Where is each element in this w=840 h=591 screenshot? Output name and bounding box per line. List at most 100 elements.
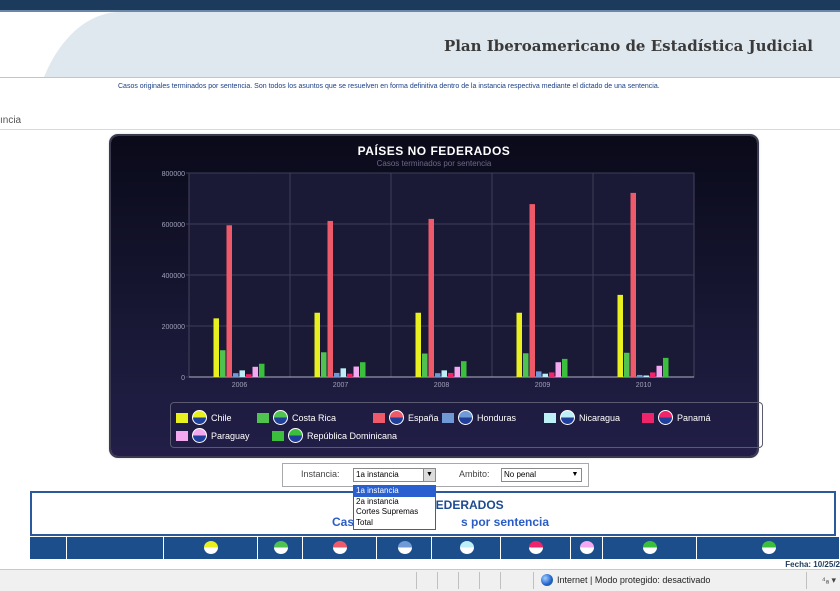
table-header-cell[interactable] (697, 537, 840, 559)
instancia-option[interactable]: 2a instancia (354, 497, 435, 508)
legend-swatch (176, 430, 188, 441)
zoom-control[interactable]: ⁴ₐ ▾ (822, 575, 836, 586)
legend-swatch (272, 430, 284, 441)
instancia-option[interactable]: Cortes Supremas (354, 507, 435, 518)
chart-bar (415, 312, 421, 377)
chart-bar (347, 373, 353, 377)
chart-bar (529, 204, 535, 377)
instancia-label: Instancia: (301, 469, 340, 479)
browser-status-bar: Internet | Modo protegido: desactivado ⁴… (0, 569, 840, 591)
chart-bar (327, 220, 333, 377)
chart-panel: 0 200000 400000 600000 800000 2006 2007 2008 200… (111, 136, 763, 456)
legend-label: España (408, 412, 439, 423)
flag-icon (643, 541, 657, 554)
chart-bar (523, 353, 529, 377)
instancia-option[interactable]: Total (354, 518, 435, 529)
chart-bar (246, 374, 252, 377)
status-separator (416, 572, 417, 589)
page-description: Casos originales terminados por sentenci… (118, 83, 660, 90)
legend-label: República Dominicana (307, 430, 398, 441)
chart-bar (435, 373, 441, 377)
table-header-cell[interactable] (67, 537, 164, 559)
legend-label: Nicaragua (579, 412, 621, 423)
chart-bar (239, 370, 245, 377)
legend-swatch (642, 412, 654, 423)
chart-bar (562, 358, 568, 377)
flag-icon (273, 541, 288, 554)
chart-bar (252, 366, 258, 377)
flag-icon (658, 410, 673, 425)
table-header-cell[interactable] (377, 537, 432, 559)
chart-subtitle: Casos terminados por sentencia (376, 159, 492, 168)
table-header-cell[interactable] (432, 537, 501, 559)
chart-bar (656, 365, 662, 377)
table-header-cell[interactable] (571, 537, 603, 559)
table-header-cell[interactable] (303, 537, 377, 559)
chart-bar (321, 352, 327, 377)
table-header-cell[interactable] (164, 537, 258, 559)
flag-icon (204, 541, 218, 554)
y-tick-label: 200000 (162, 324, 185, 331)
legend-item: Nicaragua (544, 410, 620, 425)
chart-bar (226, 225, 232, 377)
flag-icon (333, 541, 347, 554)
chart-legend: Chile Costa Rica España Honduras Nicaragua Pa… (170, 402, 763, 448)
chart-bar (422, 353, 428, 377)
x-tick-label: 2009 (535, 382, 551, 389)
chart-bar (461, 361, 467, 377)
chevron-down-icon[interactable]: ▼ (423, 469, 435, 481)
breadcrumb[interactable]: ıncia (0, 115, 21, 126)
ambito-value: No penal (504, 470, 537, 479)
globe-icon (541, 574, 553, 586)
table-header-cell[interactable] (258, 537, 303, 559)
legend-swatch (544, 412, 556, 423)
status-separator (806, 572, 807, 589)
chart-bar (360, 362, 366, 377)
x-tick-label: 2007 (333, 382, 349, 389)
x-tick-label: 2010 (636, 382, 652, 389)
flag-icon (529, 541, 543, 554)
legend-item: Chile (176, 410, 232, 425)
chart-bar (233, 373, 239, 377)
chart-bar (428, 218, 434, 377)
chart-bar (624, 352, 630, 377)
chart-bar (555, 362, 561, 377)
table-header-cell[interactable] (603, 537, 697, 559)
flag-icon (192, 428, 207, 443)
y-tick-label: 800000 (162, 171, 185, 178)
header-rule (0, 77, 840, 78)
legend-item: República Dominicana (272, 428, 397, 443)
chart-bar (516, 312, 522, 377)
table-column-header-row (30, 537, 840, 559)
chart-bar (536, 371, 542, 377)
table-header-cell[interactable] (30, 537, 67, 559)
flag-icon (459, 541, 474, 554)
table-header-cell[interactable] (501, 537, 571, 559)
chart-bar (448, 372, 454, 377)
instancia-dropdown[interactable]: 1a instancia 2a instancia Cortes Suprema… (353, 485, 436, 530)
flag-icon (580, 541, 594, 554)
y-tick-label: 600000 (162, 222, 185, 229)
flag-icon (192, 410, 207, 425)
instancia-option[interactable]: 1a instancia (354, 486, 435, 497)
legend-label: Panamá (677, 412, 711, 423)
x-tick-label: 2008 (434, 382, 450, 389)
ambito-select[interactable]: No penal ▼ (501, 468, 582, 482)
legend-swatch (257, 412, 269, 423)
x-tick-label: 2006 (232, 382, 248, 389)
flag-icon (389, 410, 404, 425)
fecha-label: Fecha: 10/25/2 (785, 560, 840, 569)
chevron-down-icon[interactable]: ▼ (569, 469, 581, 481)
chart-bar (663, 357, 669, 377)
security-zone[interactable]: Internet | Modo protegido: desactivado (541, 574, 710, 586)
chart-bar (259, 363, 265, 377)
instancia-select[interactable]: 1a instancia ▼ (353, 468, 436, 482)
status-separator (479, 572, 480, 589)
chart-bar (454, 366, 460, 377)
chart-bar (643, 375, 649, 377)
legend-label: Chile (211, 412, 232, 423)
status-separator (458, 572, 459, 589)
chart-bar (630, 192, 636, 377)
chart-bar (220, 350, 226, 377)
breadcrumb-rule (0, 129, 840, 130)
